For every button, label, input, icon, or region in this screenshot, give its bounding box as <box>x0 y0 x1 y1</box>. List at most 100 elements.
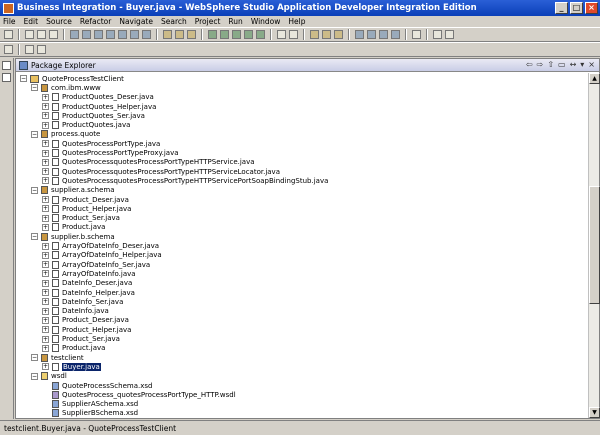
expand-toggle-icon[interactable]: + <box>42 205 49 213</box>
expand-toggle-icon[interactable]: + <box>42 251 49 259</box>
tree-item[interactable]: + ArrayOfDateInfo.java <box>42 269 136 278</box>
save-all-icon[interactable] <box>37 30 46 39</box>
tree-item[interactable]: + Buyer.java <box>42 362 101 371</box>
forward-icon[interactable] <box>445 30 454 39</box>
collapse-toggle-icon[interactable]: − <box>31 233 38 241</box>
tool-icon[interactable] <box>277 30 286 39</box>
tool-icon[interactable] <box>25 45 34 54</box>
collapse-toggle-icon[interactable]: − <box>31 372 38 380</box>
tree-item[interactable]: QuotesProcess_quotesProcessPortType_HTTP… <box>42 390 236 399</box>
view-menu-icon[interactable]: ▾ <box>580 60 584 69</box>
expand-toggle-icon[interactable]: + <box>42 270 49 278</box>
tree-item[interactable]: − supplier.a.schema <box>31 186 115 195</box>
tool-icon[interactable] <box>208 30 217 39</box>
tree-item[interactable]: + DateInfo_Ser.java <box>42 297 123 306</box>
tool-icon[interactable] <box>118 30 127 39</box>
tool-icon[interactable] <box>82 30 91 39</box>
menu-project[interactable]: Project <box>195 17 221 26</box>
menu-file[interactable]: File <box>3 17 16 26</box>
tool-icon[interactable] <box>244 30 253 39</box>
expand-toggle-icon[interactable]: + <box>42 298 49 306</box>
scrollbar-thumb[interactable] <box>589 186 600 304</box>
tree-item[interactable]: + Product.java <box>42 223 105 232</box>
close-icon[interactable]: × <box>585 2 598 14</box>
tool-icon[interactable] <box>130 30 139 39</box>
menu-help[interactable]: Help <box>288 17 305 26</box>
tool-icon[interactable] <box>106 30 115 39</box>
tool-icon[interactable] <box>334 30 343 39</box>
menu-window[interactable]: Window <box>251 17 281 26</box>
expand-toggle-icon[interactable]: + <box>42 158 49 166</box>
tree-item[interactable]: + Product_Deser.java <box>42 195 129 204</box>
tool-icon[interactable] <box>220 30 229 39</box>
tool-icon[interactable] <box>355 30 364 39</box>
collapse-toggle-icon[interactable]: − <box>31 354 38 362</box>
tool-icon[interactable] <box>289 30 298 39</box>
back-icon[interactable] <box>433 30 442 39</box>
print-icon[interactable] <box>49 30 58 39</box>
tool-icon[interactable] <box>142 30 151 39</box>
tree-item[interactable]: + QuotesProcessPortTypeProxy.java <box>42 148 179 158</box>
tree-item[interactable]: + QuotesProcessquotesProcessPortTypeHTTPS… <box>42 167 280 176</box>
tree-item[interactable]: SupplierASchema.xsd <box>42 400 138 409</box>
tree-item[interactable]: + QuotesProcessquotesProcessPortTypeHTTPS… <box>42 176 328 185</box>
collapse-toggle-icon[interactable]: − <box>31 186 38 194</box>
vertical-scrollbar[interactable]: ▲ ▼ <box>588 73 600 418</box>
tool-icon[interactable] <box>232 30 241 39</box>
menu-search[interactable]: Search <box>161 17 187 26</box>
scroll-down-icon[interactable]: ▼ <box>589 407 600 418</box>
expand-toggle-icon[interactable]: + <box>42 177 49 185</box>
expand-toggle-icon[interactable]: + <box>42 279 49 287</box>
tree-item[interactable]: + QuotesProcessquotesProcessPortTypeHTTPS… <box>42 158 255 167</box>
tool-icon[interactable] <box>70 30 79 39</box>
expand-toggle-icon[interactable]: + <box>42 335 49 343</box>
collapse-toggle-icon[interactable]: − <box>20 75 27 83</box>
tree-item[interactable]: + ProductQuotes_Helper.java <box>42 102 156 111</box>
tree-item[interactable]: + Product_Helper.java <box>42 325 131 334</box>
tree-item[interactable]: + Product_Ser.java <box>42 214 120 223</box>
expand-toggle-icon[interactable]: + <box>42 363 49 371</box>
scroll-up-icon[interactable]: ▲ <box>589 73 600 84</box>
tree-item[interactable]: + Product_Ser.java <box>42 334 120 344</box>
tree-item[interactable]: − supplier.b.schema <box>31 232 115 241</box>
tree-item[interactable]: − testclient <box>31 353 84 362</box>
window-title-bar[interactable]: Business Integration - Buyer.java - WebS… <box>0 0 600 16</box>
expand-toggle-icon[interactable]: + <box>42 316 49 324</box>
save-icon[interactable] <box>25 30 34 39</box>
expand-toggle-icon[interactable]: + <box>42 307 49 315</box>
tree-item[interactable]: + ArrayOfDateInfo_Helper.java <box>42 251 162 260</box>
perspective-icon[interactable] <box>2 61 11 70</box>
minimize-icon[interactable]: _ <box>555 2 568 14</box>
tool-icon[interactable] <box>367 30 376 39</box>
tool-icon[interactable] <box>4 45 13 54</box>
tool-icon[interactable] <box>94 30 103 39</box>
maximize-icon[interactable]: □ <box>570 2 583 14</box>
tool-icon[interactable] <box>175 30 184 39</box>
tool-icon[interactable] <box>187 30 196 39</box>
debug-icon[interactable] <box>322 30 331 39</box>
tree-item[interactable]: + DateInfo.java <box>42 307 109 316</box>
menu-source[interactable]: Source <box>46 17 72 26</box>
link-icon[interactable]: ↔ <box>570 60 577 69</box>
expand-toggle-icon[interactable]: + <box>42 93 49 101</box>
menu-navigate[interactable]: Navigate <box>119 17 153 26</box>
tree-item[interactable]: + ArrayOfDateInfo_Ser.java <box>42 260 150 269</box>
perspective-icon[interactable] <box>2 73 11 82</box>
expand-toggle-icon[interactable]: + <box>42 121 49 129</box>
collapse-toggle-icon[interactable]: − <box>31 84 38 92</box>
tree-item[interactable]: + QuotesProcessPortType.java <box>42 139 160 148</box>
expand-toggle-icon[interactable]: + <box>42 168 49 176</box>
expand-toggle-icon[interactable]: + <box>42 196 49 204</box>
tree-item[interactable]: − process.quote <box>31 130 100 139</box>
expand-toggle-icon[interactable]: + <box>42 140 49 148</box>
tree-item[interactable]: QuoteProcessSchema.xsd <box>42 381 152 390</box>
forward-icon[interactable]: ⇨ <box>537 60 544 69</box>
menu-refactor[interactable]: Refactor <box>80 17 111 26</box>
tree-item[interactable]: + Product.java <box>42 344 105 353</box>
tree-item[interactable]: + Product_Deser.java <box>42 316 129 325</box>
expand-toggle-icon[interactable]: + <box>42 326 49 334</box>
tool-icon[interactable] <box>391 30 400 39</box>
expand-toggle-icon[interactable]: + <box>42 261 49 269</box>
new-icon[interactable] <box>4 30 13 39</box>
tree-item[interactable]: − QuoteProcessTestClient <box>20 74 124 83</box>
